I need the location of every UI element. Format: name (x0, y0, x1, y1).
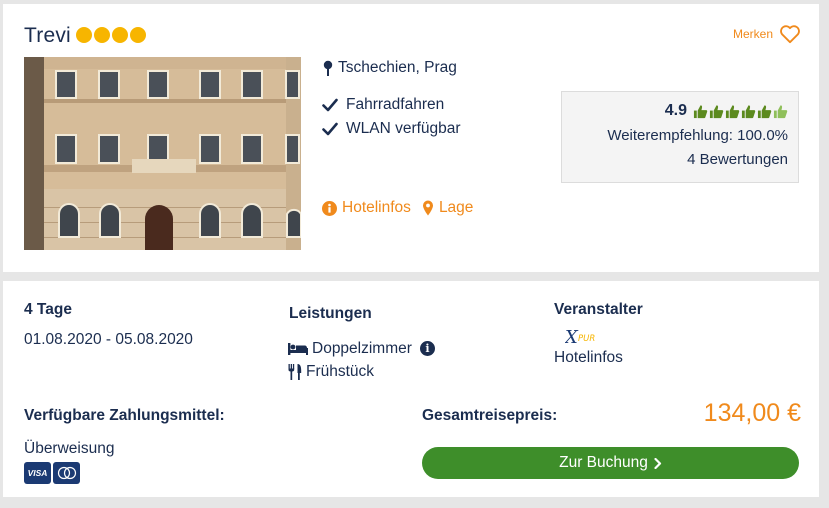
payment-method: Überweisung (24, 440, 115, 457)
offer-card: 4 Tage 01.08.2020 - 05.08.2020 Leistunge… (3, 281, 819, 497)
save-button[interactable]: Merken (733, 24, 801, 44)
book-button-label: Zur Buchung (559, 454, 648, 471)
reviews-count[interactable]: 4 Bewertungen (562, 148, 788, 172)
hotelinfos-label: Hotelinfos (342, 199, 411, 216)
star-rating (76, 27, 146, 43)
star-icon (112, 27, 128, 43)
room-item: Doppelzimmer i (288, 337, 435, 360)
hotelinfos-link[interactable]: Hotelinfos (322, 199, 411, 217)
svg-text:X: X (565, 327, 579, 347)
map-pin-icon (323, 60, 333, 76)
location-text: Tschechien, Prag (338, 59, 457, 76)
thumbs-rating (693, 104, 788, 119)
hotel-name[interactable]: Trevi (24, 24, 71, 48)
map-marker-icon (422, 200, 433, 216)
operator-logo-text: PUR (578, 334, 595, 344)
star-icon (76, 27, 92, 43)
lage-label: Lage (438, 199, 474, 216)
payment-icons: VISA (24, 462, 80, 484)
chevron-right-icon (654, 457, 661, 469)
services-title: Leistungen (289, 305, 372, 322)
thumbs-up-icon (741, 104, 756, 118)
book-button[interactable]: Zur Buchung (422, 447, 799, 479)
thumbs-up-half-icon (773, 104, 788, 118)
feature-label: Fahrradfahren (346, 96, 445, 113)
rating-score: 4.9 (664, 102, 687, 119)
hotel-links: Hotelinfos Lage (322, 199, 473, 217)
info-icon (322, 200, 337, 216)
room-info-icon[interactable]: i (419, 341, 435, 356)
hotel-features: Fahrradfahren WLAN verfügbar (322, 93, 461, 141)
total-price-title: Gesamtreisepreis: (422, 407, 558, 424)
mastercard-icon (53, 462, 80, 484)
lage-link[interactable]: Lage (422, 199, 473, 217)
feature-label: WLAN verfügbar (346, 120, 461, 137)
star-icon (130, 27, 146, 43)
bed-icon (288, 342, 308, 355)
heart-icon (780, 25, 800, 44)
hotel-card: Trevi Merken Tschechien, Prag Fahrradfah… (3, 4, 819, 272)
save-label: Merken (732, 27, 773, 41)
mastercard-circles (57, 466, 76, 480)
hotel-building-image (24, 57, 301, 250)
recommendation-text: Weiterempfehlung: 100.0% (607, 127, 788, 144)
rating-line: 4.9 (562, 102, 788, 120)
thumbs-up-icon (757, 104, 772, 118)
operator-logo-image: X PUR (563, 327, 595, 348)
thumbs-up-icon (709, 104, 724, 118)
board-item: Frühstück (288, 360, 435, 383)
star-icon (94, 27, 110, 43)
cutlery-icon (288, 363, 302, 380)
feature-item: WLAN verfügbar (322, 117, 461, 141)
feature-item: Fahrradfahren (322, 93, 461, 117)
travel-dates: 01.08.2020 - 05.08.2020 (24, 331, 193, 348)
operator-hotelinfos-link[interactable]: Hotelinfos (554, 349, 623, 367)
thumbs-up-icon (693, 104, 708, 118)
duration-title: 4 Tage (24, 301, 72, 318)
thumbs-up-icon (725, 104, 740, 118)
check-icon (322, 122, 338, 136)
check-icon (322, 98, 338, 112)
hotel-location: Tschechien, Prag (323, 59, 457, 77)
total-price: 134,00 € (703, 399, 801, 427)
visa-card-icon: VISA (24, 462, 51, 484)
payment-title: Verfügbare Zahlungsmittel: (24, 407, 225, 424)
room-label: Doppelzimmer (312, 339, 412, 357)
services-list: Doppelzimmer i Frühstück (288, 337, 435, 383)
operator-title: Veranstalter (554, 301, 643, 318)
hotel-photo[interactable] (24, 57, 301, 250)
board-label: Frühstück (306, 362, 375, 380)
rating-box[interactable]: 4.9 Weiterempfehlung: 100.0% 4 Bewertung… (561, 91, 799, 183)
